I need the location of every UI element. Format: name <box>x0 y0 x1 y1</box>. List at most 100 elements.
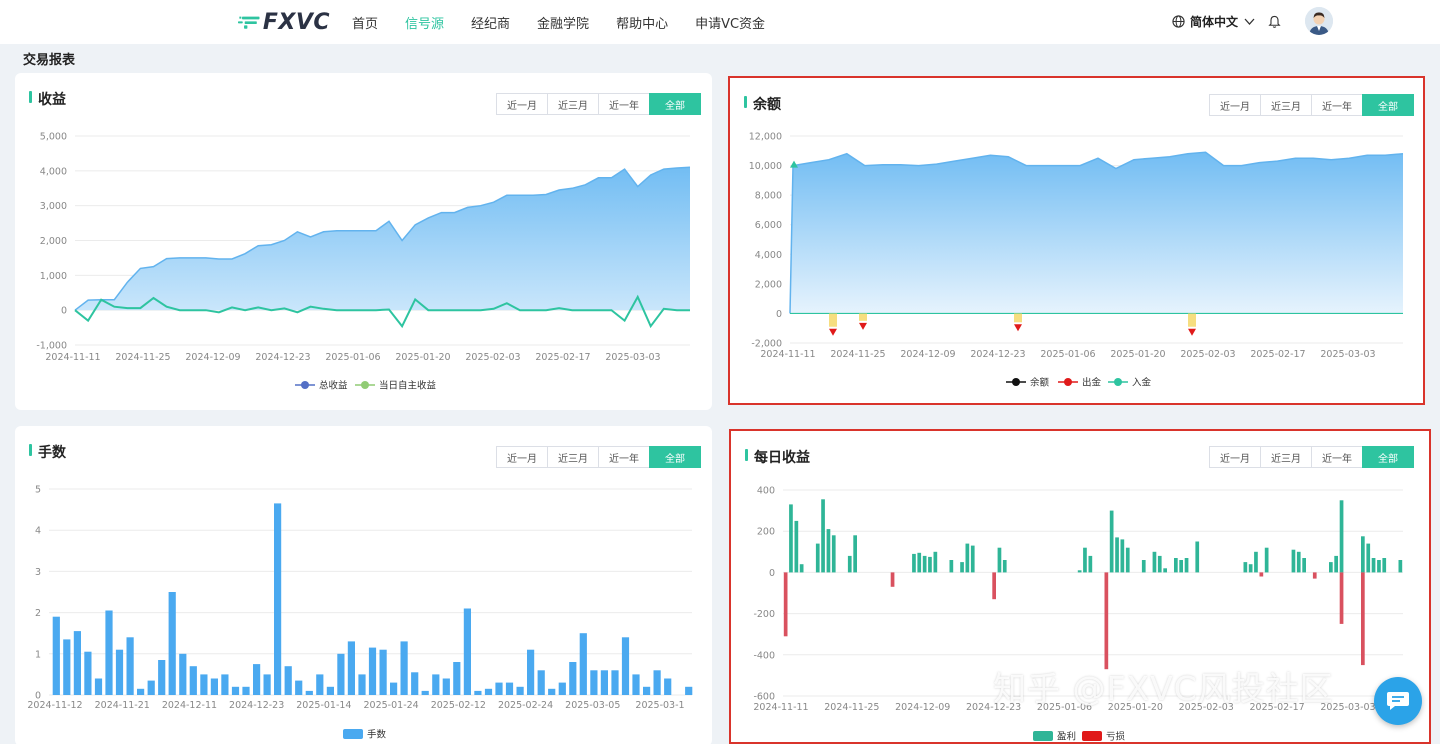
withdrawal-marker[interactable] <box>1188 328 1196 336</box>
lots-bar[interactable] <box>653 670 661 695</box>
legend-item[interactable]: 手数 <box>343 729 387 741</box>
profit-bar[interactable] <box>933 551 938 573</box>
lots-bar[interactable] <box>242 686 250 695</box>
lots-bar[interactable] <box>632 674 640 695</box>
profit-bar[interactable] <box>1195 541 1200 573</box>
lots-bar[interactable] <box>52 616 60 695</box>
lots-bar[interactable] <box>590 670 598 695</box>
nav-item-1[interactable]: 信号源 <box>405 13 444 32</box>
profit-bar[interactable] <box>1371 558 1376 573</box>
notification-bell[interactable] <box>1268 14 1281 33</box>
profit-bar[interactable] <box>917 552 922 573</box>
range-tab-1[interactable]: 近三月 <box>547 446 599 468</box>
range-tab-3[interactable]: 全部 <box>1362 94 1414 116</box>
lots-bar[interactable] <box>84 651 92 695</box>
lots-bar[interactable] <box>179 653 187 695</box>
lots-bar[interactable] <box>685 686 693 695</box>
profit-bar[interactable] <box>922 555 927 573</box>
lots-bar[interactable] <box>527 649 535 695</box>
lots-bar[interactable] <box>295 680 303 695</box>
language-selector[interactable]: 简体中文 <box>1172 13 1260 30</box>
profit-bar[interactable] <box>1329 562 1333 573</box>
nav-item-4[interactable]: 帮助中心 <box>616 13 668 32</box>
lots-bar[interactable] <box>263 674 271 695</box>
lots-bar[interactable] <box>421 690 429 695</box>
profit-bar[interactable] <box>1152 551 1157 573</box>
profit-bar[interactable] <box>1083 547 1087 573</box>
profit-bar[interactable] <box>1254 551 1258 573</box>
profit-bar[interactable] <box>1088 555 1093 573</box>
profit-bar[interactable] <box>1109 510 1114 573</box>
lots-bar[interactable] <box>390 682 398 695</box>
profit-bar[interactable] <box>1157 555 1162 573</box>
deposit-marker[interactable] <box>790 160 798 168</box>
profit-bar[interactable] <box>949 560 954 573</box>
lots-bar[interactable] <box>189 666 197 695</box>
profit-bar[interactable] <box>1141 560 1146 573</box>
lots-bar[interactable] <box>600 670 608 695</box>
profit-bar[interactable] <box>1174 558 1178 573</box>
lots-bar[interactable] <box>200 674 208 695</box>
lots-bar[interactable] <box>495 682 503 695</box>
legend-item[interactable]: 出金 <box>1058 377 1102 389</box>
profit-bar[interactable] <box>1125 547 1130 573</box>
profit-bar[interactable] <box>970 545 975 573</box>
lots-bar[interactable] <box>94 678 103 696</box>
profit-bar[interactable] <box>1077 570 1082 573</box>
range-tab-1[interactable]: 近三月 <box>547 93 599 115</box>
loss-bar[interactable] <box>1361 572 1365 666</box>
profit-bar[interactable] <box>1243 562 1248 573</box>
range-tab-2[interactable]: 近一年 <box>598 93 650 115</box>
lots-bar[interactable] <box>474 690 482 695</box>
nav-item-5[interactable]: 申请VC资金 <box>695 13 765 32</box>
lots-bar[interactable] <box>611 670 619 695</box>
chat-button[interactable] <box>1374 677 1422 725</box>
lots-bar[interactable] <box>664 678 672 696</box>
lots-bar[interactable] <box>326 686 334 695</box>
loss-bar[interactable] <box>890 572 895 587</box>
loss-bar[interactable] <box>1339 572 1344 624</box>
lots-bar[interactable] <box>305 690 313 695</box>
lots-bar[interactable] <box>643 686 651 695</box>
lots-bar[interactable] <box>126 637 134 695</box>
lots-bar[interactable] <box>147 680 155 695</box>
lots-bar[interactable] <box>253 664 261 695</box>
profit-bar[interactable] <box>912 553 916 573</box>
range-tab-0[interactable]: 近一月 <box>1209 94 1261 116</box>
profit-bar[interactable] <box>853 535 857 573</box>
loss-bar[interactable] <box>783 572 788 637</box>
range-tab-3[interactable]: 全部 <box>1362 446 1414 468</box>
lots-bar[interactable] <box>516 686 524 695</box>
lots-bar[interactable] <box>158 660 166 695</box>
profit-bar[interactable] <box>821 499 825 573</box>
profit-bar[interactable] <box>1120 539 1125 573</box>
range-tab-1[interactable]: 近三月 <box>1260 94 1312 116</box>
legend-item[interactable]: 入金 <box>1108 377 1152 389</box>
profit-bar[interactable] <box>1334 555 1338 573</box>
range-tab-1[interactable]: 近三月 <box>1260 446 1312 468</box>
profit-bar[interactable] <box>960 562 964 573</box>
lots-bar[interactable] <box>210 678 218 696</box>
profit-bar[interactable] <box>1248 564 1253 573</box>
lots-bar[interactable] <box>379 649 387 695</box>
lots-bar[interactable] <box>358 674 366 695</box>
lots-bar[interactable] <box>548 688 556 695</box>
range-tab-3[interactable]: 全部 <box>649 446 701 468</box>
profit-bar[interactable] <box>789 504 793 573</box>
lots-bar[interactable] <box>274 503 282 695</box>
user-avatar[interactable] <box>1305 7 1333 35</box>
profit-bar[interactable] <box>965 543 970 573</box>
lots-bar[interactable] <box>231 686 240 695</box>
loss-bar[interactable] <box>1312 572 1317 579</box>
profit-bar[interactable] <box>1115 537 1119 573</box>
lots-bar[interactable] <box>105 610 113 696</box>
profit-bar[interactable] <box>1002 560 1007 573</box>
profit-bar[interactable] <box>1179 560 1183 573</box>
range-tab-3[interactable]: 全部 <box>649 93 701 115</box>
profit-bar[interactable] <box>1296 551 1301 573</box>
lots-bar[interactable] <box>137 688 145 695</box>
range-tab-2[interactable]: 近一年 <box>598 446 650 468</box>
profit-bar[interactable] <box>928 556 932 573</box>
lots-bar[interactable] <box>347 641 355 695</box>
range-tab-2[interactable]: 近一年 <box>1311 446 1363 468</box>
